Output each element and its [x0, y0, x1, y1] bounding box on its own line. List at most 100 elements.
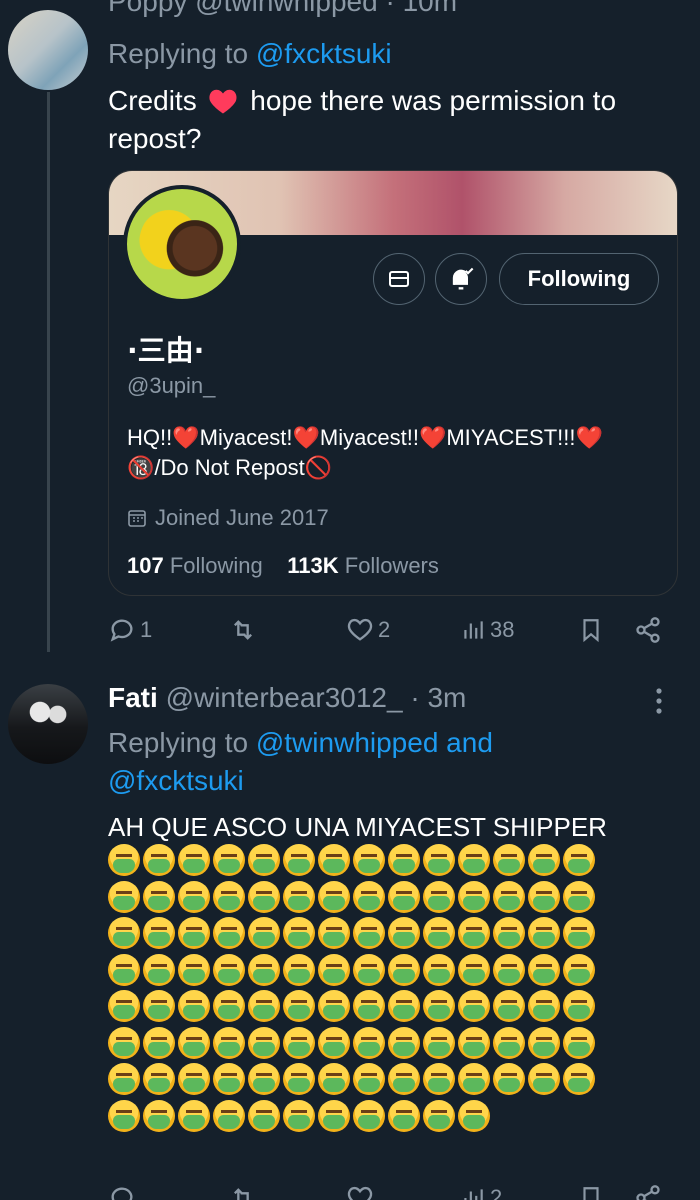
- user-name[interactable]: Fati: [108, 682, 158, 713]
- vomiting-face-emoji-icon: [563, 1063, 595, 1095]
- calendar-icon: [128, 510, 146, 527]
- emoji-row: [108, 844, 668, 881]
- more-options-button[interactable]: [652, 686, 666, 721]
- vomiting-face-emoji-icon: [283, 1099, 315, 1132]
- vomiting-face-emoji-icon: [388, 1026, 420, 1059]
- vomiting-face-emoji-icon: [493, 917, 525, 949]
- retweet-button[interactable]: [228, 1184, 258, 1200]
- emoji-row: [108, 990, 668, 1027]
- views-button[interactable]: 2: [460, 1185, 502, 1200]
- views-icon: [464, 1189, 483, 1200]
- notifications-button[interactable]: [435, 253, 487, 305]
- views-icon: [464, 621, 483, 639]
- vomiting-face-emoji-icon: [493, 844, 525, 876]
- vomiting-face-emoji-icon: [283, 990, 315, 1022]
- thread-line: [47, 92, 50, 652]
- vomiting-face-emoji-icon: [283, 917, 315, 949]
- vomiting-face-emoji-icon: [388, 1099, 420, 1132]
- vomiting-face-emoji-icon: [108, 1026, 140, 1059]
- following-button[interactable]: Following: [499, 253, 659, 305]
- vomiting-face-emoji-icon: [178, 844, 210, 876]
- vomiting-face-emoji-icon: [423, 917, 455, 949]
- vomiting-face-emoji-icon: [143, 1026, 175, 1059]
- tweet-actions: 2: [108, 1180, 678, 1200]
- emoji-row: [108, 1099, 668, 1137]
- avatar[interactable]: [8, 10, 88, 90]
- vomiting-face-emoji-icon: [283, 880, 315, 913]
- vomiting-face-emoji-icon: [458, 1063, 490, 1095]
- tweet-time: · 3m: [410, 682, 467, 713]
- share-icon: [636, 617, 660, 643]
- vomiting-face-emoji-icon: [423, 1026, 455, 1059]
- vomiting-face-emoji-icon: [353, 990, 385, 1022]
- vomiting-face-emoji-icon: [143, 880, 175, 913]
- vomiting-face-emoji-icon: [248, 844, 280, 876]
- profile-avatar[interactable]: [123, 185, 241, 303]
- retweet-icon: [234, 1188, 249, 1200]
- share-icon: [636, 1185, 660, 1200]
- vomiting-face-emoji-icon: [108, 1099, 140, 1132]
- vomiting-face-emoji-icon: [248, 917, 280, 949]
- vomiting-face-emoji-icon: [353, 880, 385, 913]
- user-handle[interactable]: @winterbear3012_: [166, 682, 403, 713]
- vomiting-face-emoji-icon: [248, 1063, 280, 1095]
- mention-link[interactable]: @fxcktsuki: [256, 38, 392, 69]
- profile-card[interactable]: Following ·三由· @3upin_ HQ!!❤️Miyacest!❤️…: [108, 170, 678, 596]
- tweet-header: Poppy @twinwhipped · 10m: [108, 0, 458, 17]
- vomiting-face-emoji-icon: [563, 990, 595, 1022]
- tweet-text: Credits hope there was permission to rep…: [108, 85, 617, 154]
- vomiting-face-emoji-icon: [108, 844, 140, 876]
- avatar[interactable]: [8, 684, 88, 764]
- vomiting-face-emoji-icon: [353, 917, 385, 949]
- share-button[interactable]: [634, 616, 662, 644]
- reply-button[interactable]: 1: [108, 616, 152, 644]
- profile-stats: 107 Following 113K Followers: [127, 553, 439, 579]
- vomiting-face-emoji-icon: [108, 990, 140, 1022]
- emoji-row: [108, 1063, 668, 1100]
- vomiting-face-emoji-icon: [493, 1026, 525, 1059]
- vomiting-face-emoji-icon: [458, 953, 490, 986]
- message-button[interactable]: [373, 253, 425, 305]
- emoji-row: [108, 1026, 668, 1064]
- vomiting-face-emoji-icon: [283, 953, 315, 986]
- followers-stat[interactable]: 113K Followers: [287, 553, 439, 578]
- heart-emoji-icon: [209, 89, 238, 114]
- reply-icon: [110, 619, 133, 642]
- vomiting-face-emoji-icon: [248, 990, 280, 1022]
- emoji-row: [108, 953, 668, 991]
- more-vertical-icon: [656, 688, 662, 714]
- vomiting-face-emoji-icon: [143, 990, 175, 1022]
- vomiting-face-emoji-icon: [388, 953, 420, 986]
- vomiting-face-emoji-icon: [143, 953, 175, 986]
- vomiting-face-emoji-icon: [178, 990, 210, 1022]
- reply-button[interactable]: [108, 1184, 136, 1200]
- following-stat[interactable]: 107 Following: [127, 553, 263, 578]
- vomiting-face-emoji-icon: [248, 880, 280, 913]
- vomiting-face-emoji-icon: [458, 1099, 490, 1132]
- vomiting-face-emoji-icon: [318, 880, 350, 913]
- vomiting-face-emoji-icon: [178, 1026, 210, 1059]
- vomiting-face-emoji-icon: [108, 953, 140, 986]
- vomiting-face-emoji-icon: [528, 880, 560, 913]
- vomiting-face-emoji-icon: [353, 953, 385, 986]
- vomiting-face-emoji-icon: [248, 1026, 280, 1059]
- bookmark-button[interactable]: [578, 616, 604, 644]
- like-button[interactable]: [346, 1184, 374, 1200]
- vomiting-face-emoji-icon: [353, 844, 385, 876]
- share-button[interactable]: [634, 1184, 662, 1200]
- profile-handle: @3upin_: [127, 373, 216, 398]
- vomiting-face-emoji-icon: [213, 880, 245, 913]
- vomiting-face-emoji-icon: [143, 1063, 175, 1095]
- vomiting-face-emoji-icon: [493, 1063, 525, 1095]
- retweet-button[interactable]: [228, 616, 258, 644]
- vomiting-face-emoji-icon: [388, 990, 420, 1022]
- vomiting-face-emoji-icon: [108, 880, 140, 913]
- vomiting-face-emoji-icon: [283, 1063, 315, 1095]
- bookmark-button[interactable]: [578, 1184, 604, 1200]
- vomiting-face-emoji-icon: [318, 1026, 350, 1059]
- like-button[interactable]: 2: [346, 616, 390, 644]
- vomiting-face-emoji-icon: [178, 1063, 210, 1095]
- bookmark-icon: [583, 1187, 599, 1200]
- views-button[interactable]: 38: [460, 617, 514, 643]
- vomiting-face-emoji-icon: [528, 990, 560, 1022]
